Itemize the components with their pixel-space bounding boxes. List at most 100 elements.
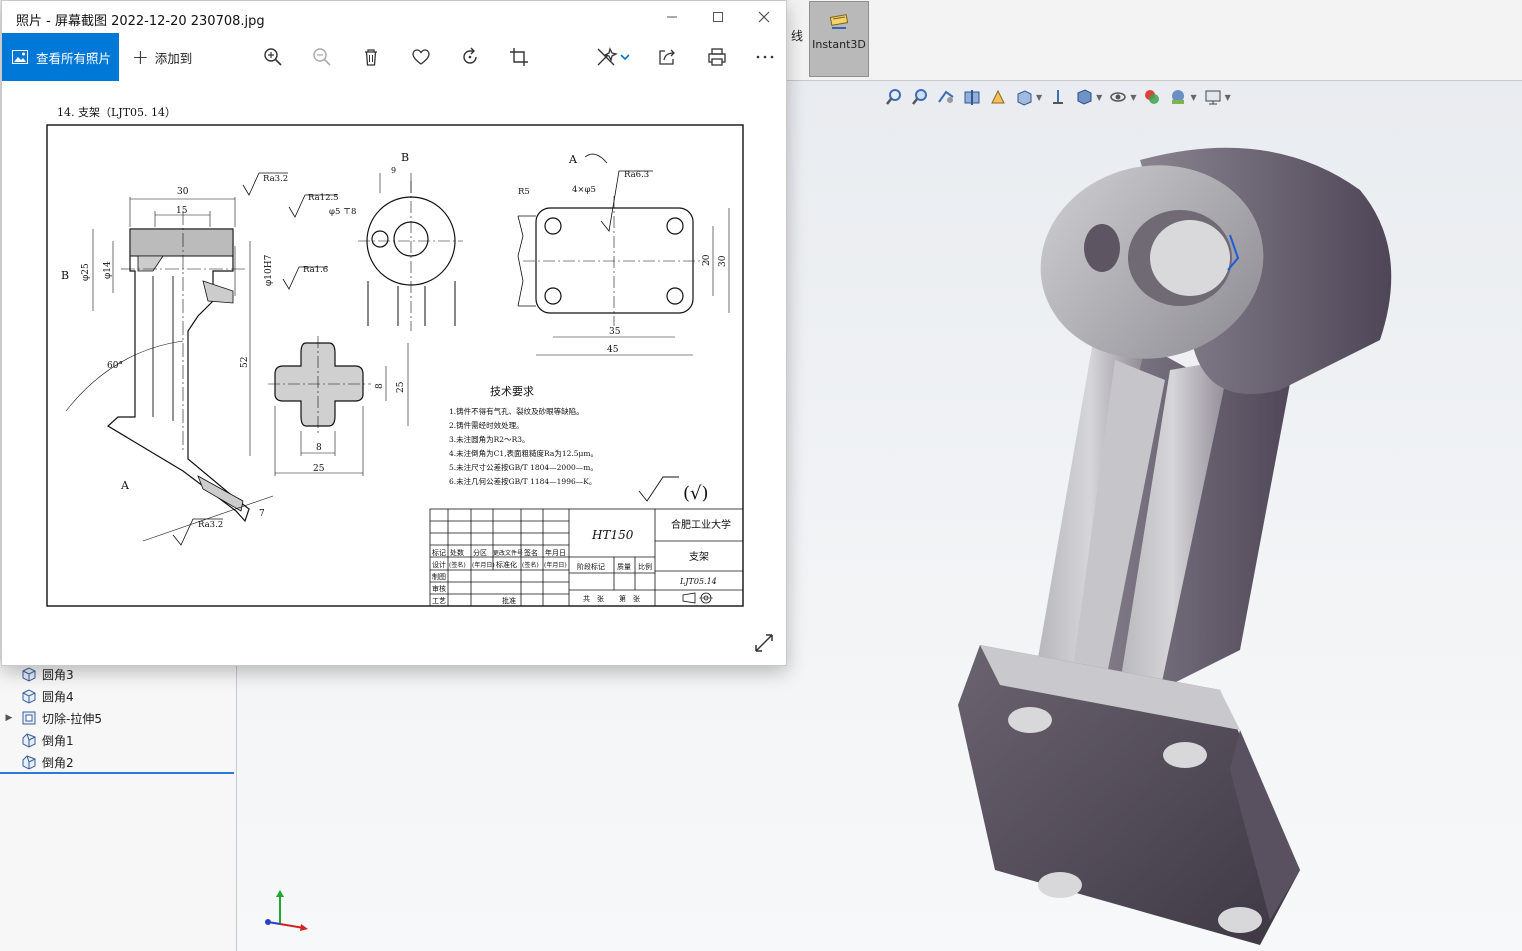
print-icon[interactable] (705, 45, 729, 69)
drawing-border (46, 124, 744, 607)
roughness-ra32-top: Ra3.2 (263, 174, 288, 184)
tb-drafting: 制图 (432, 572, 446, 581)
image-display-area[interactable]: 14. 支架（LJT05. 14） 30 15 φ25 φ14 φ10H7 52… (3, 81, 785, 665)
chevron-down-icon[interactable] (618, 45, 632, 69)
view-settings-dropdown-icon[interactable]: ▼ (1190, 93, 1196, 102)
tb-mark: 标记 (432, 548, 446, 557)
edit-appearance-dropdown-icon[interactable]: ▼ (1130, 93, 1136, 102)
dim-8-horizontal: 8 (316, 443, 322, 453)
tree-item-cut-extrude5[interactable]: ▶ 切除-拉伸5 (0, 707, 236, 729)
roughness-ra16: Ra1.6 (303, 265, 328, 275)
tree-item-label: 切除-拉伸5 (42, 711, 102, 726)
view-b (358, 173, 463, 331)
crop-icon[interactable] (507, 45, 531, 69)
minimize-icon (667, 16, 677, 18)
tb-sign: 签名 (524, 548, 538, 557)
tb-stage-mark: 阶段标记 (577, 562, 605, 571)
delete-icon[interactable] (359, 45, 383, 69)
view-orientation-dropdown-icon[interactable]: ▼ (1036, 93, 1042, 102)
share-icon[interactable] (655, 45, 679, 69)
previous-view-icon[interactable] (936, 87, 956, 107)
tree-item-label: 倒角2 (42, 755, 74, 770)
add-to-label: 添加到 (154, 50, 193, 66)
tree-item-chamfer1[interactable]: 倒角1 (0, 729, 236, 751)
add-to-button[interactable]: + 添加到 (132, 33, 192, 81)
tech-requirements-title: 技术要求 (490, 385, 534, 398)
cad-command-manager (786, 0, 1522, 81)
monitor-icon[interactable] (1203, 87, 1223, 107)
close-button[interactable] (744, 5, 784, 29)
fullscreen-expand-icon[interactable] (752, 631, 776, 655)
favorite-icon[interactable] (409, 45, 433, 69)
hide-show-dropdown-icon[interactable]: ▼ (1096, 93, 1102, 102)
view-settings-icon[interactable] (1168, 87, 1188, 107)
tree-item-chamfer2[interactable]: 倒角2 (0, 751, 236, 773)
display-style-icon[interactable] (1048, 87, 1068, 107)
instant3d-button[interactable]: Instant3D (809, 1, 869, 77)
expand-arrow-icon[interactable]: ▶ (0, 713, 18, 723)
hide-show-icon[interactable] (1074, 87, 1094, 107)
view-label-b-top: B (401, 151, 409, 164)
view-all-label: 查看所有照片 (36, 50, 112, 66)
dim-phi5-depth8: φ5 ⊤8 (329, 207, 356, 217)
monitor-dropdown-icon[interactable]: ▼ (1225, 93, 1231, 102)
chamfer-feature-icon (22, 733, 36, 748)
tb-design: 设计 (432, 560, 446, 569)
tb-scale: 比例 (638, 562, 652, 571)
bracket-3d-model[interactable] (940, 130, 1410, 950)
reference-triad-icon (265, 890, 308, 931)
dim-30-vertical: 30 (718, 255, 728, 267)
zoom-area-icon[interactable] (910, 87, 930, 107)
zoom-out-icon[interactable] (310, 45, 334, 69)
dynamic-annotation-icon[interactable] (988, 87, 1008, 107)
general-roughness-symbol: (√) (683, 483, 709, 504)
more-icon[interactable] (753, 45, 777, 69)
rollback-bar[interactable] (0, 772, 234, 774)
fillet-feature-icon (22, 667, 36, 682)
roughness-ra32-bottom: Ra3.2 (198, 520, 223, 530)
dim-60deg: 60° (107, 361, 123, 371)
tb-date2: (年月日) (472, 561, 495, 569)
rotate-icon[interactable] (458, 45, 482, 69)
tb-date3: (年月日) (544, 561, 567, 569)
sketch-line-button[interactable]: 线 (786, 2, 808, 62)
line-label: 线 (790, 29, 803, 43)
zoom-in-icon[interactable] (261, 45, 285, 69)
plus-icon: + (132, 45, 149, 69)
fillet-feature-icon (22, 689, 36, 704)
view-all-photos-button[interactable]: 查看所有照片 (2, 33, 119, 81)
tb-sign2: (签名) (449, 561, 466, 569)
close-icon (758, 11, 770, 23)
tech-note: 6.未注几何公差按GB/T 1184—1996—K。 (449, 476, 596, 486)
cut-extrude-feature-icon (22, 711, 36, 725)
dim-r5: R5 (518, 187, 530, 197)
tb-part-name: 支架 (689, 551, 709, 563)
roughness-ra63: Ra6.3 (624, 170, 649, 180)
dim-52: 52 (240, 357, 250, 368)
view-a (517, 153, 730, 356)
tb-sign3: (签名) (522, 561, 539, 569)
tree-item-fillet3[interactable]: 圆角3 (0, 663, 236, 685)
tech-note: 4.未注倒角为C1,表面粗糙度Ra为12.5μm。 (449, 448, 598, 458)
dim-4x-phi5: 4×φ5 (572, 185, 596, 195)
maximize-button[interactable] (698, 5, 738, 29)
tb-material: HT150 (591, 528, 634, 542)
instant3d-label: Instant3D (812, 38, 866, 51)
view-orientation-icon[interactable] (1014, 87, 1034, 107)
edit-appearance-icon[interactable] (1108, 87, 1128, 107)
zoom-fit-icon[interactable] (884, 87, 904, 107)
edit-icon[interactable] (594, 45, 618, 69)
tech-note: 3.未注圆角为R2～R3。 (449, 434, 530, 444)
apply-scene-icon[interactable] (1142, 87, 1162, 107)
tech-note: 5.未注尺寸公差按GB/T 1804—2000—m。 (449, 462, 598, 472)
photos-viewer-window: 照片 - 屏幕截图 2022-12-20 230708.jpg 查看所有照片 +… (1, 0, 787, 666)
dim-45: 45 (607, 345, 619, 355)
section-view-icon[interactable] (962, 87, 982, 107)
view-label-a-right: A (568, 153, 578, 166)
instant3d-icon (829, 14, 849, 29)
tb-approve: 批准 (502, 596, 516, 605)
tree-item-fillet4[interactable]: 圆角4 (0, 685, 236, 707)
tb-standardization: 标准化 (496, 560, 517, 569)
dim-8-vertical: 8 (375, 383, 385, 389)
minimize-button[interactable] (652, 5, 692, 29)
